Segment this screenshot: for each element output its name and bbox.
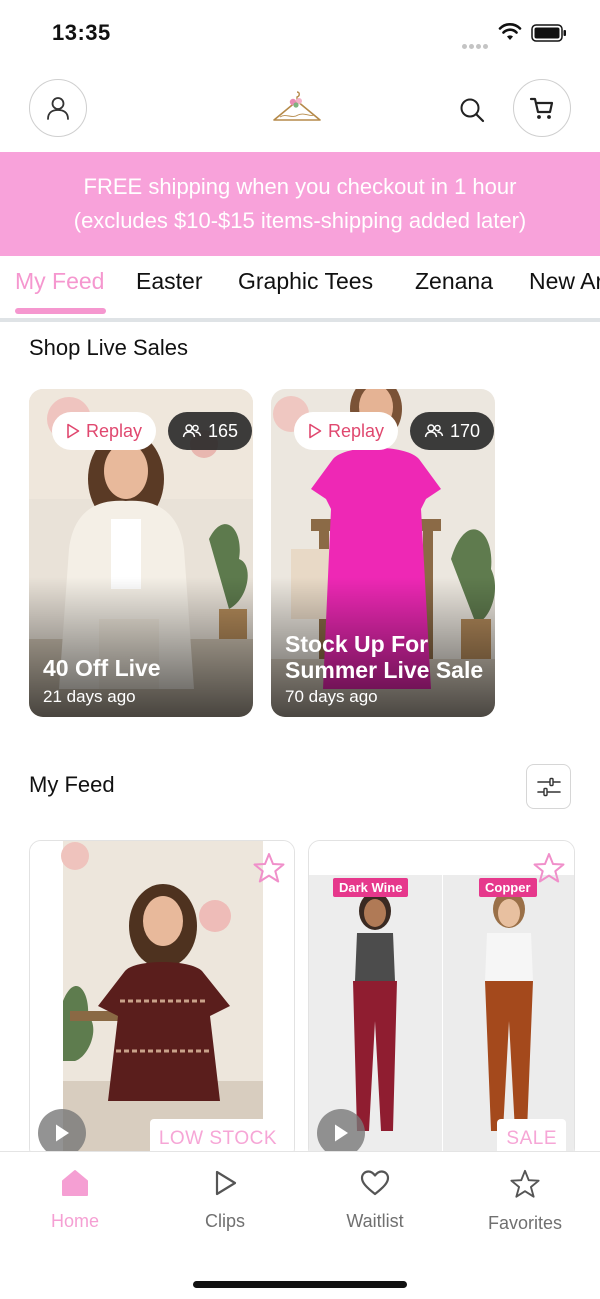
category-tabs: My Feed Easter Graphic Tees Zenana New A… — [0, 256, 600, 322]
sliders-icon — [536, 777, 561, 796]
tab-easter[interactable]: Easter — [136, 268, 202, 295]
tab-zenana[interactable]: Zenana — [415, 268, 493, 295]
tab-my-feed[interactable]: My Feed — [15, 268, 104, 295]
live-sale-title: 40 Off Live — [43, 655, 161, 681]
replay-badge[interactable]: Replay — [52, 412, 157, 450]
nav-waitlist-label: Waitlist — [346, 1211, 404, 1231]
signal-dots-icon — [462, 36, 490, 49]
star-icon — [253, 853, 285, 883]
play-video-button[interactable] — [317, 1109, 365, 1157]
promo-line-2: (excludes $10-$15 items-shipping added l… — [73, 208, 527, 233]
account-button[interactable] — [29, 79, 87, 137]
favorite-button[interactable] — [532, 851, 566, 890]
product-card[interactable]: Dark Wine Copper SALE — [308, 840, 575, 1160]
nav-favorites-label: Favorites — [487, 1213, 563, 1233]
viewers-icon — [424, 424, 444, 438]
replay-label: Replay — [86, 420, 143, 441]
hanger-logo — [273, 91, 321, 121]
live-sale-time: 21 days ago — [43, 687, 136, 706]
tab-graphic-tees[interactable]: Graphic Tees — [238, 268, 373, 295]
live-sale-title-line-2: Summer Live Sale — [285, 657, 484, 683]
viewer-count-badge: 170 — [410, 412, 495, 450]
live-sale-title-line-1: Stock Up For — [285, 631, 429, 657]
nav-waitlist[interactable]: Waitlist — [325, 1168, 425, 1232]
app-header — [0, 66, 600, 152]
live-sale-card[interactable]: Replay 165 40 Off Live 21 days ago — [29, 389, 253, 717]
cart-button[interactable] — [513, 79, 571, 137]
live-sales-title: Shop Live Sales — [29, 335, 188, 360]
search-icon — [460, 98, 485, 123]
active-tab-indicator — [15, 308, 106, 314]
live-sale-title: Stock Up For Summer Live Sale — [285, 631, 483, 683]
viewers-icon — [182, 424, 202, 438]
shipping-promo-banner: FREE shipping when you checkout in 1 hou… — [0, 152, 600, 256]
feed-title: My Feed — [29, 772, 115, 797]
nav-clips[interactable]: Clips — [175, 1168, 275, 1232]
replay-label: Replay — [328, 420, 385, 441]
star-icon — [533, 853, 565, 883]
nav-favorites[interactable]: Favorites — [475, 1168, 575, 1234]
live-sale-time: 70 days ago — [285, 687, 378, 706]
viewer-count-badge: 165 — [168, 412, 253, 450]
play-outline-icon — [67, 423, 80, 439]
favorite-button[interactable] — [252, 851, 286, 890]
replay-badge[interactable]: Replay — [294, 412, 399, 450]
play-icon — [335, 1124, 348, 1142]
color-tag: Dark Wine — [333, 878, 409, 897]
filter-button[interactable] — [526, 764, 571, 809]
viewer-count: 165 — [208, 420, 239, 441]
star-icon — [510, 1169, 540, 1198]
play-video-button[interactable] — [38, 1109, 86, 1157]
search-button[interactable] — [452, 90, 492, 130]
cart-icon — [529, 97, 554, 119]
play-icon — [56, 1124, 69, 1142]
live-sale-card[interactable]: Replay 170 Stock Up For Summer Live Sale… — [271, 389, 495, 717]
battery-icon — [531, 24, 566, 42]
person-icon — [47, 97, 69, 120]
home-indicator — [193, 1281, 407, 1288]
promo-line-1: FREE shipping when you checkout in 1 hou… — [83, 174, 517, 199]
viewer-count: 170 — [450, 420, 481, 441]
nav-clips-label: Clips — [204, 1211, 245, 1231]
nav-home-label: Home — [50, 1211, 99, 1231]
nav-home[interactable]: Home — [25, 1168, 125, 1232]
play-outline-icon — [215, 1170, 237, 1196]
product-card[interactable]: LOW STOCK — [29, 840, 295, 1160]
bottom-navigation: Home Clips Waitlist Favorites — [0, 1151, 600, 1299]
play-outline-icon — [309, 423, 322, 439]
status-time: 13:35 — [52, 20, 111, 45]
heart-icon — [360, 1170, 390, 1196]
color-tag: Copper — [479, 878, 537, 897]
wifi-icon — [498, 23, 522, 40]
status-bar: 13:35 — [0, 0, 600, 66]
tab-new-arrivals[interactable]: New Ar — [529, 268, 600, 295]
home-icon — [62, 1170, 88, 1196]
